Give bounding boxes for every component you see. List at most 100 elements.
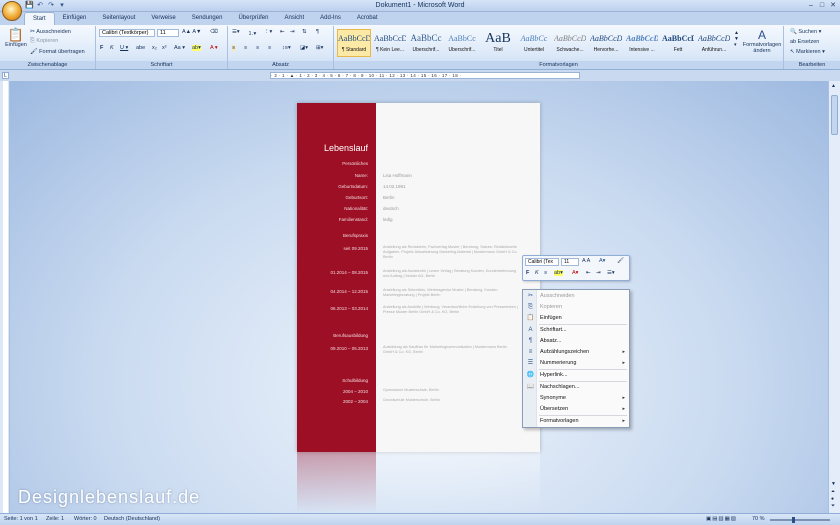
underline-button[interactable]: U ▾	[120, 45, 128, 51]
mini-size-select[interactable]: 11	[561, 258, 579, 266]
scroll-up-icon[interactable]: ▲	[831, 83, 836, 89]
mini-format-painter-icon[interactable]: 🖌	[617, 258, 624, 264]
style-ueberschrift-2[interactable]: AaBbCc Überschrif...	[445, 29, 479, 57]
minimize-button[interactable]: –	[806, 1, 816, 10]
status-page[interactable]: Seite: 1 von 1	[4, 514, 38, 525]
status-words[interactable]: Wörter: 0	[74, 514, 97, 525]
copy-button[interactable]: ⎘ Kopieren	[30, 38, 58, 45]
mini-decrease-indent-icon[interactable]: ⇤	[586, 270, 591, 276]
menu-item-hyperlink[interactable]: 🌐 Hyperlink...	[523, 370, 629, 381]
ruler-scale[interactable]: · 2 · 1 · ▲ · 1 · 2 · 3 · 4 · 5 · 6 · 7 …	[270, 72, 580, 79]
select-button[interactable]: ↖ Markieren ▾	[790, 49, 825, 55]
zoom-slider[interactable]	[770, 519, 830, 521]
tab-start[interactable]: Start	[24, 12, 55, 25]
superscript-button[interactable]: x²	[162, 45, 167, 51]
decrease-indent-icon[interactable]: ⇤	[280, 29, 285, 35]
style-anfuehrungszeichen[interactable]: AaBbCcDc Anführun...	[697, 29, 731, 57]
align-center-icon[interactable]: ≡	[244, 45, 247, 51]
align-right-icon[interactable]: ≡	[256, 45, 259, 51]
tab-sendungen[interactable]: Sendungen	[184, 12, 231, 25]
tab-einfuegen[interactable]: Einfügen	[55, 12, 95, 25]
prev-page-icon[interactable]: ⏶	[831, 489, 835, 495]
vertical-scrollbar[interactable]: ▲ ▼ ⏶ ● ⏷	[828, 81, 840, 513]
menu-item-font[interactable]: A Schriftart...	[523, 325, 629, 336]
line-spacing-icon[interactable]: ↕≡▾	[282, 45, 291, 51]
style-standard[interactable]: AaBbCcDc ¶ Standard	[337, 29, 371, 57]
font-size-select[interactable]: 11	[157, 29, 179, 37]
menu-item-numbering[interactable]: ☰ Nummerierung ▸	[523, 358, 629, 369]
mini-increase-indent-icon[interactable]: ⇥	[596, 270, 601, 276]
bold-button[interactable]: F	[100, 45, 103, 51]
format-painter-button[interactable]: 🖌 Format übertragen	[30, 48, 85, 55]
style-ueberschrift-1[interactable]: AaBbCc Überschrif...	[409, 29, 443, 57]
tab-selector[interactable]: L	[2, 72, 9, 79]
tab-seitenlayout[interactable]: Seitenlayout	[94, 12, 143, 25]
menu-item-bullets[interactable]: ≡ Aufzählungszeichen ▸	[523, 347, 629, 358]
shading-icon[interactable]: ◪▾	[300, 45, 308, 51]
align-left-icon[interactable]: ≡	[232, 45, 236, 51]
tab-add-ins[interactable]: Add-Ins	[312, 12, 349, 25]
menu-item-translate[interactable]: Übersetzen ▸	[523, 404, 629, 415]
scroll-down-icon[interactable]: ▼	[831, 481, 836, 487]
status-language[interactable]: Deutsch (Deutschland)	[104, 514, 160, 525]
increase-indent-icon[interactable]: ⇥	[290, 29, 295, 35]
borders-icon[interactable]: ⊞▾	[316, 45, 323, 51]
mini-italic-button[interactable]: K	[535, 270, 539, 276]
find-button[interactable]: 🔍 Suchen ▾	[790, 29, 821, 35]
mini-bullets-icon[interactable]: ☰▾	[607, 270, 615, 276]
justify-icon[interactable]: ≡	[268, 45, 271, 51]
sort-icon[interactable]: ⇅	[302, 29, 307, 35]
style-fett[interactable]: AaBbCcDc Fett	[661, 29, 695, 57]
menu-item-paste[interactable]: 📋 Einfügen	[523, 313, 629, 324]
replace-button[interactable]: ab Ersetzen	[790, 39, 819, 45]
strikethrough-button[interactable]: abe	[136, 45, 145, 51]
styles-scroll-arrows[interactable]: ▲ ▼ ▾	[734, 30, 739, 48]
menu-item-synonyms[interactable]: Synonyme ▸	[523, 393, 629, 404]
menu-item-lookup[interactable]: 📖 Nachschlagen...	[523, 382, 629, 393]
style-kein-leerraum[interactable]: AaBbCcDc ¶ Kein Lee...	[373, 29, 407, 57]
zoom-slider-thumb[interactable]	[792, 517, 795, 523]
cut-button[interactable]: ✂ Ausschneiden	[30, 28, 71, 35]
paste-button[interactable]: 📋 Einfügen	[4, 28, 28, 49]
grow-font-button[interactable]: A▲ A▼	[182, 29, 201, 35]
mini-bold-button[interactable]: F	[526, 270, 529, 276]
menu-item-copy[interactable]: ⎘ Kopieren	[523, 302, 629, 313]
vertical-ruler-scale[interactable]	[3, 81, 8, 513]
subscript-button[interactable]: x₂	[152, 45, 157, 51]
pilcrow-icon[interactable]: ¶	[316, 29, 319, 35]
next-page-icon[interactable]: ⏷	[831, 503, 835, 509]
tab-verweise[interactable]: Verweise	[143, 12, 183, 25]
office-button[interactable]	[2, 1, 22, 21]
mini-styles-icon[interactable]: A▾	[599, 258, 605, 264]
scrollbar-thumb[interactable]	[831, 95, 838, 135]
close-button[interactable]: ✕	[828, 1, 838, 10]
change-case-button[interactable]: Aa ▾	[174, 45, 185, 51]
multilevel-list-icon[interactable]: ⋮▾	[264, 29, 272, 35]
tab-ueberpruefen[interactable]: Überprüfen	[230, 12, 276, 25]
menu-item-cut[interactable]: ✂ Ausschneiden	[523, 291, 629, 302]
browse-object-icon[interactable]: ●	[831, 496, 834, 502]
mini-font-color-icon[interactable]: A▾	[572, 270, 578, 276]
mini-highlight-icon[interactable]: ab▾	[554, 270, 563, 276]
mini-font-select[interactable]: Calibri (Tex	[525, 258, 559, 266]
menu-item-styles[interactable]: Formatvorlagen ▸	[523, 416, 629, 427]
mini-grow-font-icon[interactable]: A A	[582, 258, 590, 264]
highlight-icon[interactable]: ab▾	[192, 45, 201, 51]
tab-acrobat[interactable]: Acrobat	[349, 12, 386, 25]
style-intensive-hervorhebung[interactable]: AaBbCcDc Intensive ...	[625, 29, 659, 57]
clear-format-icon[interactable]: ⌫	[210, 29, 218, 35]
numbering-icon[interactable]: ⒈▾	[248, 29, 256, 37]
style-schwache-hervorhebung[interactable]: AaBbCcDc Schwache...	[553, 29, 587, 57]
style-hervorhebung[interactable]: AaBbCcDc Hervorhe...	[589, 29, 623, 57]
status-line[interactable]: Zeile: 1	[46, 514, 64, 525]
change-styles-button[interactable]: A Formatvorlagen ändern	[740, 28, 784, 54]
font-color-icon[interactable]: A ▾	[210, 45, 218, 51]
font-name-select[interactable]: Calibri (Textkörper)	[99, 29, 155, 37]
italic-button[interactable]: K	[110, 45, 114, 51]
mini-center-icon[interactable]: ≡	[544, 270, 547, 276]
view-buttons[interactable]: ▣▤▥▦▧	[706, 514, 737, 525]
document-page[interactable]: Lebenslauf Persönliches Name: Geburtsdat…	[297, 103, 540, 452]
style-untertitel[interactable]: AaBbCc Untertitel	[517, 29, 551, 57]
status-zoom[interactable]: 70 %	[752, 514, 765, 525]
maximize-button[interactable]: □	[817, 1, 827, 10]
